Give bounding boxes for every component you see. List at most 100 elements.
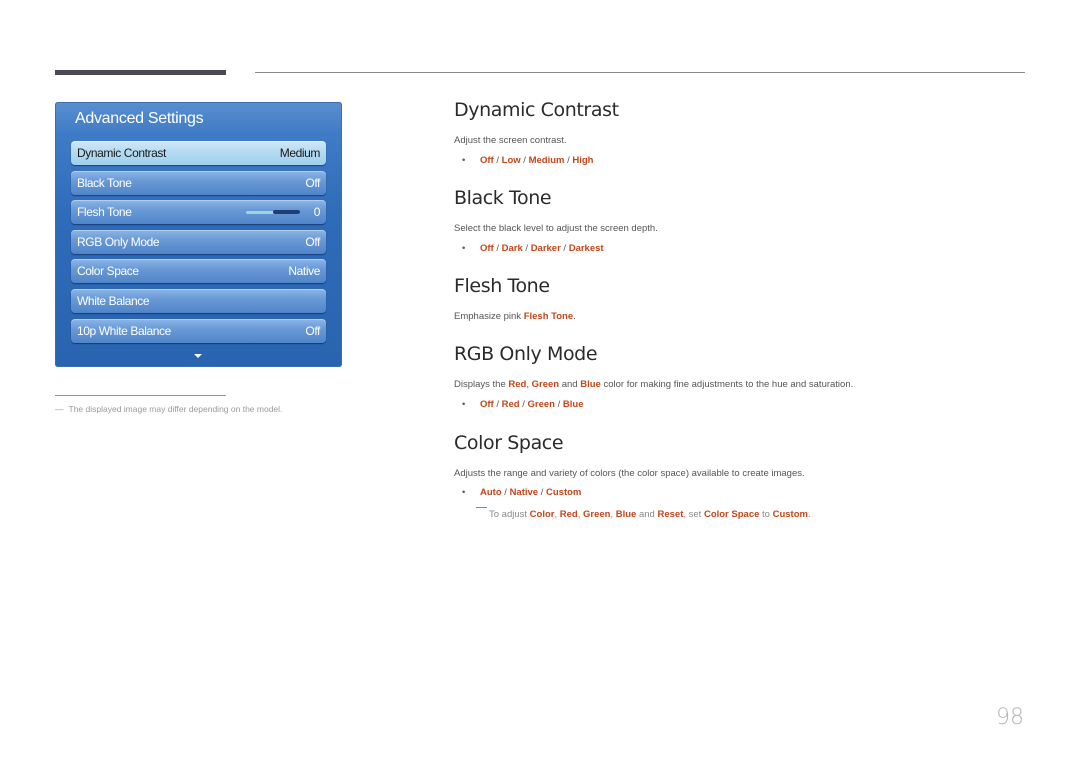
option: Auto [480, 487, 502, 498]
option: Off [480, 399, 494, 410]
section-desc: Adjust the screen contrast. [454, 135, 567, 146]
option: Darkest [568, 243, 604, 254]
option: Dark [501, 243, 523, 254]
desc-highlight: Red [508, 379, 527, 390]
advanced-settings-panel: Advanced Settings Dynamic Contrast Mediu… [55, 102, 342, 367]
separator: / [519, 399, 528, 410]
menu-item-value: Off [305, 234, 320, 249]
bullet: • [462, 155, 466, 166]
desc-text: . [573, 311, 576, 322]
desc-text: Displays the [454, 379, 509, 390]
footnote-rule [55, 395, 226, 396]
option: Low [501, 155, 521, 166]
menu-item-label: Color Space [77, 264, 139, 279]
section-title-flesh-tone: Flesh Tone [454, 275, 550, 297]
menu-item-label: 10p White Balance [77, 323, 171, 338]
menu-item-rgb-only-mode[interactable]: RGB Only Mode Off [71, 229, 326, 254]
separator: / [522, 243, 531, 254]
manual-page: Advanced Settings Dynamic Contrast Mediu… [0, 0, 1080, 763]
bullet: • [462, 243, 466, 254]
menu-item-10p-white-balance[interactable]: 10p White Balance Off [71, 318, 326, 343]
page-number: 98 [996, 705, 1024, 730]
option: Medium [528, 155, 565, 166]
option: Green [527, 399, 555, 410]
section-title-dynamic-contrast: Dynamic Contrast [454, 99, 619, 121]
separator: / [554, 399, 563, 410]
option: Blue [562, 399, 584, 410]
section-title-rgb-only-mode: RGB Only Mode [454, 343, 598, 365]
footnote-text: The displayed image may differ depending… [68, 404, 283, 414]
menu-item-value: 0 [313, 205, 321, 220]
color-space-note: To adjust Color, Red, Green, Blue and Re… [476, 507, 811, 520]
panel-title: Advanced Settings [75, 110, 204, 127]
note-highlight: Color Space [703, 509, 760, 520]
option: Darker [530, 243, 561, 254]
note-text: and [636, 509, 658, 520]
section-desc: Adjusts the range and variety of colors … [454, 468, 805, 479]
separator: / [538, 487, 546, 498]
menu-item-label: White Balance [77, 293, 150, 308]
note-highlight: Reset [657, 509, 684, 520]
menu-item-color-space[interactable]: Color Space Native [71, 259, 326, 284]
section-desc: Displays the Red, Green and Blue color f… [454, 379, 853, 390]
separator: / [493, 399, 502, 410]
footnote: ― The displayed image may differ dependin… [55, 404, 282, 414]
section-desc: Emphasize pink Flesh Tone. [454, 311, 576, 322]
bullet: • [462, 399, 466, 410]
separator: / [501, 487, 510, 498]
separator: / [493, 243, 502, 254]
option: Off [480, 243, 494, 254]
slider-fill [272, 210, 300, 215]
option-list: • Auto / Native / Custom [462, 487, 581, 498]
section-title-color-space: Color Space [454, 432, 564, 454]
desc-text: color for making fine adjustments to the… [600, 379, 854, 390]
option: Native [509, 487, 539, 498]
section-desc: Select the black level to adjust the scr… [454, 223, 658, 234]
separator: / [493, 155, 502, 166]
menu-item-dynamic-contrast[interactable]: Dynamic Contrast Medium [71, 141, 326, 165]
note-highlight: Blue [615, 509, 637, 520]
option-list: • Off / Low / Medium / High [462, 155, 593, 166]
bullet: • [462, 487, 466, 498]
flesh-tone-slider[interactable] [245, 210, 300, 215]
note-text: , set [683, 509, 704, 520]
separator: / [520, 155, 529, 166]
desc-highlight: Flesh Tone [523, 311, 574, 322]
option: Off [480, 155, 494, 166]
footnote-dash: ― [55, 404, 64, 414]
menu-item-value: Off [305, 175, 320, 190]
note-dash [476, 507, 487, 508]
option-list: • Off / Dark / Darker / Darkest [462, 243, 604, 254]
section-title-black-tone: Black Tone [454, 187, 552, 209]
option: Custom [546, 487, 582, 498]
option-list: • Off / Red / Green / Blue [462, 399, 584, 410]
note-text: . [807, 509, 811, 520]
desc-highlight: Blue [580, 379, 601, 390]
separator: / [560, 243, 569, 254]
menu-item-white-balance[interactable]: White Balance [71, 288, 326, 313]
desc-text: Emphasize pink [454, 311, 524, 322]
header-rule-thick [55, 70, 226, 75]
note-highlight: Custom [772, 509, 808, 520]
header-rule-thin [255, 72, 1025, 73]
menu-item-label: Black Tone [77, 175, 132, 190]
desc-highlight: Green [531, 379, 560, 390]
desc-text: and [559, 379, 581, 390]
flesh-tone-control: 0 [245, 205, 321, 220]
menu-item-label: Dynamic Contrast [77, 146, 166, 160]
chevron-down-icon[interactable] [194, 354, 202, 358]
note-text: To adjust [489, 509, 530, 520]
note-text: to [759, 509, 773, 520]
menu-item-label: Flesh Tone [77, 205, 132, 220]
note-highlight: Color [529, 509, 555, 520]
note-highlight: Red [559, 509, 578, 520]
settings-list: Dynamic Contrast Medium Black Tone Off F… [71, 141, 326, 348]
menu-item-label: RGB Only Mode [77, 234, 160, 249]
menu-item-black-tone[interactable]: Black Tone Off [71, 170, 326, 195]
option: High [572, 155, 594, 166]
note-highlight: Green [583, 509, 611, 520]
menu-item-value: Off [305, 323, 320, 338]
menu-item-value: Medium [279, 146, 321, 160]
option: Red [501, 399, 520, 410]
menu-item-flesh-tone[interactable]: Flesh Tone 0 [71, 200, 326, 225]
